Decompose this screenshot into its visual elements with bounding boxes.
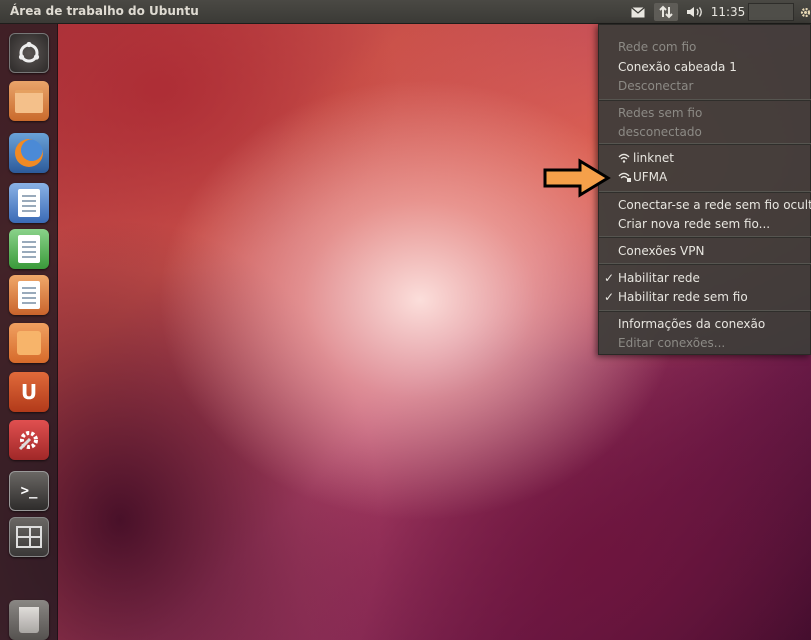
speaker-icon[interactable] <box>682 3 708 21</box>
create-new-network-item[interactable]: Criar nova rede sem fio... <box>618 217 770 231</box>
vpn-connections-item[interactable]: Conexões VPN <box>618 244 704 258</box>
envelope-icon[interactable] <box>628 3 648 21</box>
menu-separator <box>599 191 811 193</box>
check-icon: ✓ <box>604 271 615 285</box>
wired-connection-item[interactable]: Conexão cabeada 1 <box>618 60 737 74</box>
calc-icon[interactable] <box>9 229 49 269</box>
folder-icon[interactable] <box>9 81 49 121</box>
enable-networking-item[interactable]: Habilitar rede <box>618 271 700 285</box>
network-item-ufma[interactable]: UFMA <box>633 170 667 184</box>
panel-title: Área de trabalho do Ubuntu <box>10 4 199 18</box>
connection-info-item[interactable]: Informações da conexão <box>618 317 765 331</box>
user-menu[interactable] <box>748 3 794 21</box>
check-icon: ✓ <box>604 290 615 304</box>
menu-separator <box>599 236 811 238</box>
wired-header: Rede com fio <box>618 40 697 54</box>
network-item-linknet[interactable]: linknet <box>633 151 674 165</box>
shopping-bag-icon[interactable] <box>9 323 49 363</box>
network-menu: Rede com fio Conexão cabeada 1 Desconect… <box>598 24 811 355</box>
disconnect-item: Desconectar <box>618 79 694 93</box>
menu-separator <box>599 263 811 265</box>
network-updown-icon[interactable] <box>654 3 678 21</box>
pointer-arrow-icon <box>543 158 611 198</box>
wifi-secure-icon <box>618 172 631 185</box>
top-panel: Área de trabalho do Ubuntu 11:35 <box>0 0 811 24</box>
writer-icon[interactable] <box>9 183 49 223</box>
ubuntu-one-icon[interactable]: U <box>9 372 49 412</box>
gear-icon[interactable] <box>798 3 811 21</box>
menu-separator <box>599 99 811 101</box>
settings-icon[interactable] <box>9 420 49 460</box>
terminal-icon[interactable]: >_ <box>9 471 49 511</box>
firefox-icon[interactable] <box>9 133 49 173</box>
menu-separator <box>599 143 811 145</box>
menu-separator <box>599 310 811 312</box>
edit-connections-item: Editar conexões... <box>618 336 726 350</box>
trash-icon[interactable] <box>9 600 49 640</box>
wifi-signal-icon <box>618 153 630 166</box>
ubuntu-logo-icon[interactable] <box>9 33 49 73</box>
impress-icon[interactable] <box>9 275 49 315</box>
connect-hidden-network-item[interactable]: Conectar-se a rede sem fio oculta... <box>618 198 811 212</box>
workspaces-icon[interactable] <box>9 517 49 557</box>
launcher: U >_ <box>0 24 58 640</box>
enable-wireless-item[interactable]: Habilitar rede sem fio <box>618 290 748 304</box>
clock[interactable]: 11:35 <box>710 3 746 21</box>
wireless-status: desconectado <box>618 125 702 139</box>
wireless-header: Redes sem fio <box>618 106 703 120</box>
